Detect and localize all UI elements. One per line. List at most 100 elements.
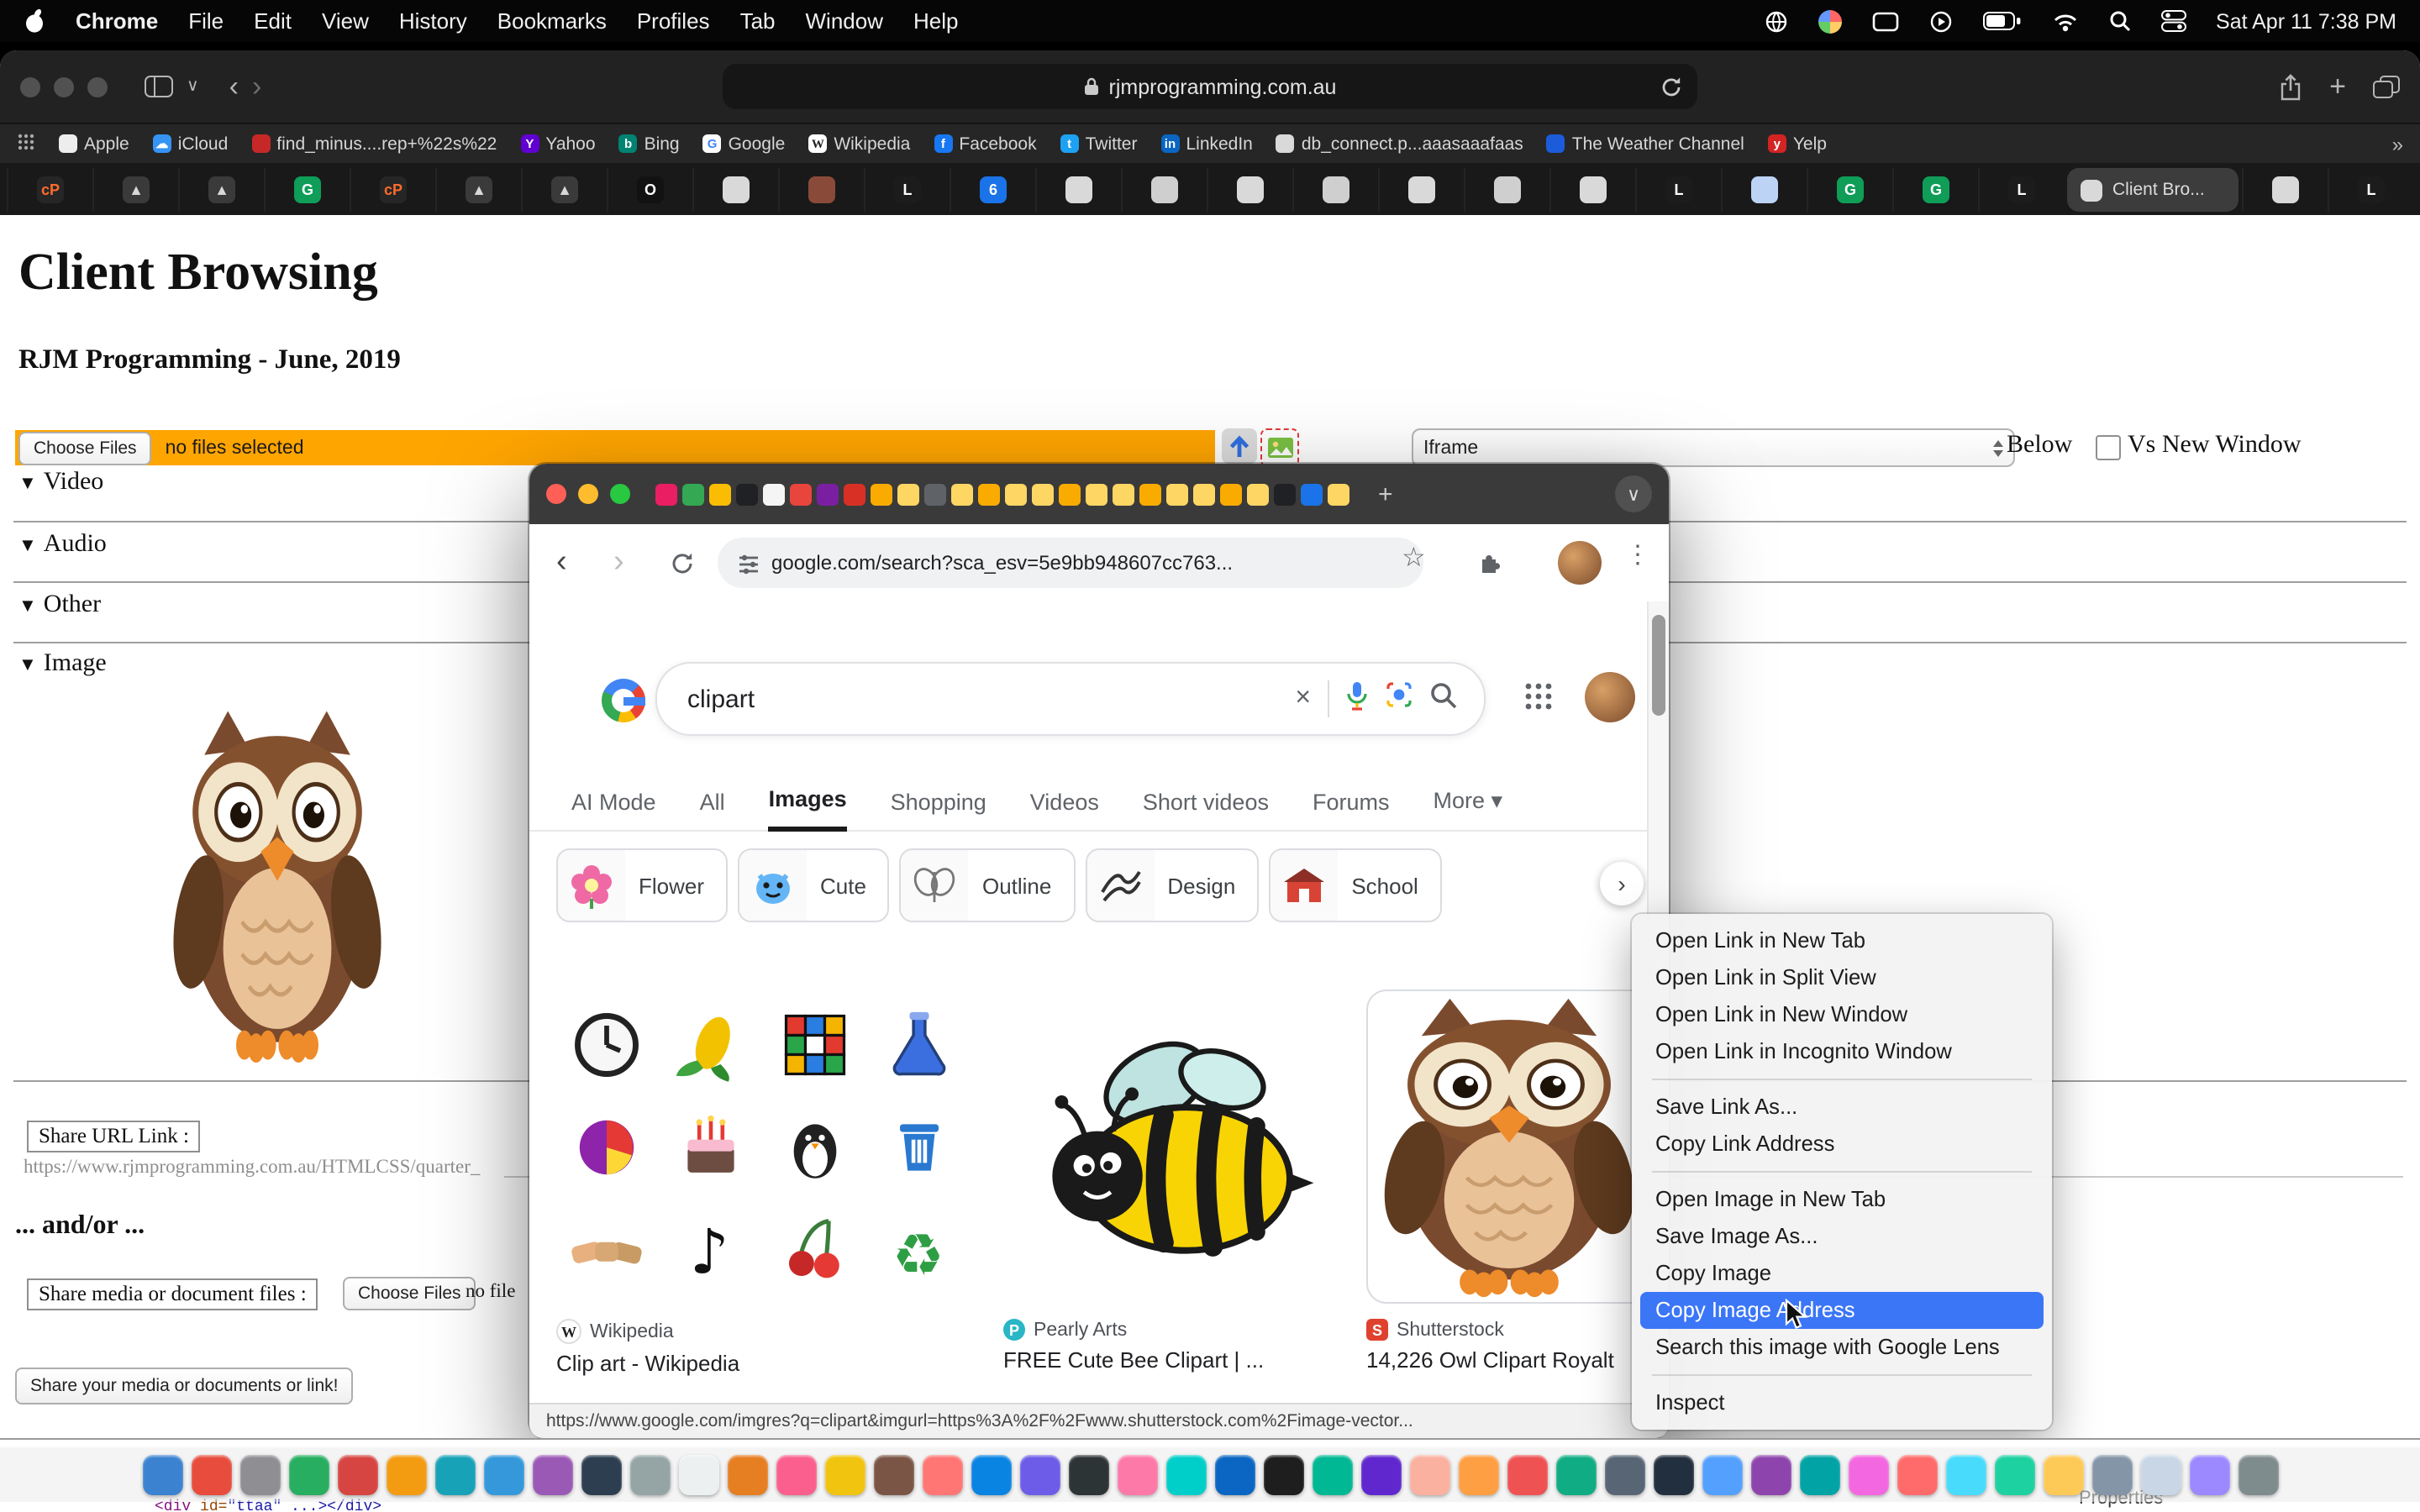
browser-tab[interactable] (1292, 168, 1378, 212)
popup-forward-button[interactable]: › (613, 546, 624, 578)
menu-profiles[interactable]: Profiles (637, 8, 710, 34)
collage-recycle-image[interactable]: ♻ (869, 1200, 970, 1300)
dock-app-icon[interactable] (1897, 1455, 1937, 1495)
new-tab-icon[interactable]: + (2329, 70, 2346, 103)
browser-tab[interactable]: L (1978, 168, 2064, 212)
browser-tab[interactable]: O (607, 168, 692, 212)
address-bar[interactable]: rjmprogramming.com.au (723, 64, 1697, 109)
dock-app-icon[interactable] (1409, 1455, 1449, 1495)
popup-new-tab-button[interactable]: + (1378, 480, 1393, 508)
google-apps-grid-icon[interactable] (1524, 682, 1553, 719)
browser-tab[interactable] (1464, 168, 1549, 212)
photos-icon[interactable] (1818, 9, 1841, 33)
menu-item-open-link-split-view[interactable]: Open Link in Split View (1640, 959, 2044, 996)
dock-app-icon[interactable] (1653, 1455, 1693, 1495)
popup-tab-favicon[interactable] (1005, 483, 1027, 505)
popup-back-button[interactable]: ‹ (556, 546, 567, 578)
collage-cube-image[interactable] (765, 995, 865, 1095)
dock-app-icon[interactable] (1117, 1455, 1157, 1495)
collage-corn-image[interactable] (660, 995, 761, 1095)
popup-tab-favicon[interactable] (709, 483, 731, 505)
network-icon[interactable] (1764, 9, 1787, 33)
section-video[interactable]: ▼Video (18, 469, 103, 497)
browser-tab[interactable] (1549, 168, 1635, 212)
browser-tab[interactable]: L (1635, 168, 1721, 212)
collage-flask-image[interactable] (869, 995, 970, 1095)
popup-tab-favicon[interactable] (817, 483, 839, 505)
menu-window[interactable]: Window (806, 8, 884, 34)
share-icon[interactable] (2279, 73, 2302, 100)
dock-app-icon[interactable] (678, 1455, 718, 1495)
apps-grid-icon[interactable] (17, 132, 35, 155)
tab-forums[interactable]: Forums (1313, 790, 1390, 830)
result-image-owl[interactable] (1366, 990, 1649, 1304)
dock-app-icon[interactable] (1214, 1455, 1255, 1495)
share-url-value[interactable]: https://www.rjmprogramming.com.au/HTMLCS… (24, 1158, 480, 1178)
display-icon[interactable] (1871, 11, 1898, 31)
dock-app-icon[interactable] (1507, 1455, 1547, 1495)
popup-close-button[interactable] (546, 484, 566, 504)
tab-overview-icon[interactable] (2373, 75, 2400, 98)
popup-tab-favicon[interactable] (1032, 483, 1054, 505)
dock-app-icon[interactable] (239, 1455, 280, 1495)
menu-bookmarks[interactable]: Bookmarks (497, 8, 607, 34)
result-image-collage[interactable]: ♪♻ (556, 995, 970, 1300)
dock-app-icon[interactable] (1019, 1455, 1060, 1495)
collage-penguin-image[interactable] (765, 1098, 865, 1198)
google-logo[interactable] (602, 679, 645, 722)
menu-item-open-link-new-tab[interactable]: Open Link in New Tab (1640, 922, 2044, 959)
browser-tab[interactable] (1721, 168, 1807, 212)
browser-tab[interactable]: ▲ (178, 168, 264, 212)
bookmark-yelp[interactable]: yYelp (1768, 134, 1827, 154)
menu-item-open-link-new-window[interactable]: Open Link in New Window (1640, 996, 2044, 1033)
popup-tab-favicon[interactable] (1139, 483, 1161, 505)
popup-reload-icon[interactable] (671, 549, 694, 581)
browser-tab[interactable]: G (264, 168, 350, 212)
bookmark-icloud[interactable]: ☁iCloud (153, 134, 229, 154)
popup-tab-favicon[interactable] (736, 483, 758, 505)
wifi-icon[interactable] (2051, 11, 2078, 31)
dock-app-icon[interactable] (1750, 1455, 1791, 1495)
browser-tab[interactable]: ▲ (521, 168, 607, 212)
dock-app-icon[interactable] (1263, 1455, 1303, 1495)
dock-app-icon[interactable] (1165, 1455, 1206, 1495)
tab-videos[interactable]: Videos (1030, 790, 1099, 830)
dock-app-icon[interactable] (142, 1455, 182, 1495)
menu-item-save-link-as[interactable]: Save Link As... (1640, 1089, 2044, 1126)
browser-tab[interactable]: ▲ (92, 168, 178, 212)
bookmark-linkedin[interactable]: inLinkedIn (1160, 134, 1252, 154)
dock-app-icon[interactable] (629, 1455, 670, 1495)
browser-tab[interactable]: G (1892, 168, 1978, 212)
spotlight-icon[interactable] (2108, 10, 2130, 32)
bookmark-facebook[interactable]: fFacebook (934, 134, 1036, 154)
browser-tab[interactable]: 6 (950, 168, 1035, 212)
browser-tab[interactable] (1035, 168, 1121, 212)
popup-tab-search-chevron[interactable]: ∨ (1615, 475, 1652, 512)
popup-tab-favicon[interactable] (763, 483, 785, 505)
menu-item-open-link-incognito[interactable]: Open Link in Incognito Window (1640, 1033, 2044, 1070)
dock-app-icon[interactable] (1994, 1455, 2034, 1495)
dock-app-icon[interactable] (1360, 1455, 1401, 1495)
browser-tab[interactable] (2242, 168, 2328, 212)
chip-cute[interactable]: Cute (738, 848, 890, 922)
share-media-label[interactable]: Share media or document files : (27, 1278, 318, 1310)
result-image-bee[interactable] (1003, 990, 1349, 1300)
google-lens-icon[interactable] (1385, 680, 1413, 717)
chip-school[interactable]: School (1269, 848, 1442, 922)
popup-tab-favicon[interactable] (655, 483, 677, 505)
sidebar-chevron-icon[interactable]: ∨ (187, 77, 199, 96)
chip-flower[interactable]: Flower (556, 848, 728, 922)
clear-search-icon[interactable]: × (1295, 684, 1311, 714)
popup-tab-favicon[interactable] (951, 483, 973, 505)
section-audio[interactable]: ▼Audio (18, 531, 107, 559)
menu-help[interactable]: Help (913, 8, 959, 34)
browser-tab[interactable]: L (2328, 168, 2413, 212)
popup-tab-favicon[interactable] (871, 483, 892, 505)
popup-tab-favicon[interactable] (1274, 483, 1296, 505)
bookmark-bing[interactable]: bBing (619, 134, 680, 154)
zoom-button[interactable] (87, 76, 108, 97)
popup-tab-favicon[interactable] (1193, 483, 1215, 505)
control-center-icon[interactable] (2160, 10, 2186, 32)
dock-app-icon[interactable] (581, 1455, 621, 1495)
dock-app-icon[interactable] (873, 1455, 913, 1495)
